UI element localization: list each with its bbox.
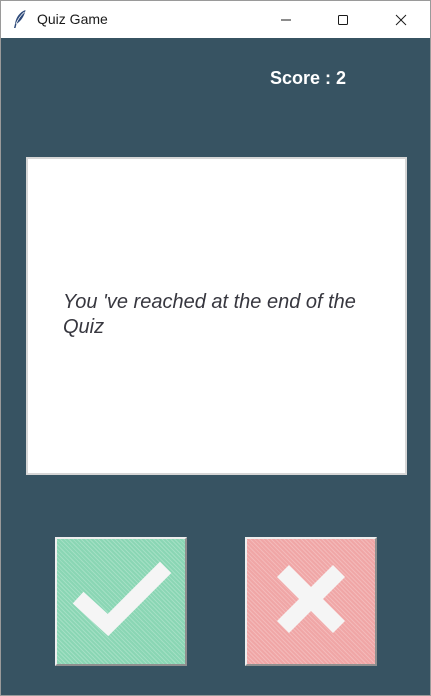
close-icon xyxy=(395,14,407,26)
false-button[interactable] xyxy=(245,537,377,666)
app-window: Quiz Game Score : 2 You 've reached at t… xyxy=(0,0,431,696)
title-bar[interactable]: Quiz Game xyxy=(1,1,430,38)
maximize-button[interactable] xyxy=(320,1,366,38)
feather-icon xyxy=(12,9,28,29)
true-button[interactable] xyxy=(55,537,187,666)
close-button[interactable] xyxy=(378,1,424,38)
window-title: Quiz Game xyxy=(37,11,108,27)
question-text: You 've reached at the end of the Quiz xyxy=(63,291,356,338)
minimize-icon xyxy=(280,14,292,26)
maximize-icon xyxy=(337,14,349,26)
checkmark-icon xyxy=(70,559,172,644)
question-card: You 've reached at the end of the Quiz xyxy=(26,157,407,475)
score-label: Score : 2 xyxy=(270,68,347,88)
minimize-button[interactable] xyxy=(263,1,309,38)
cross-icon xyxy=(269,557,353,646)
